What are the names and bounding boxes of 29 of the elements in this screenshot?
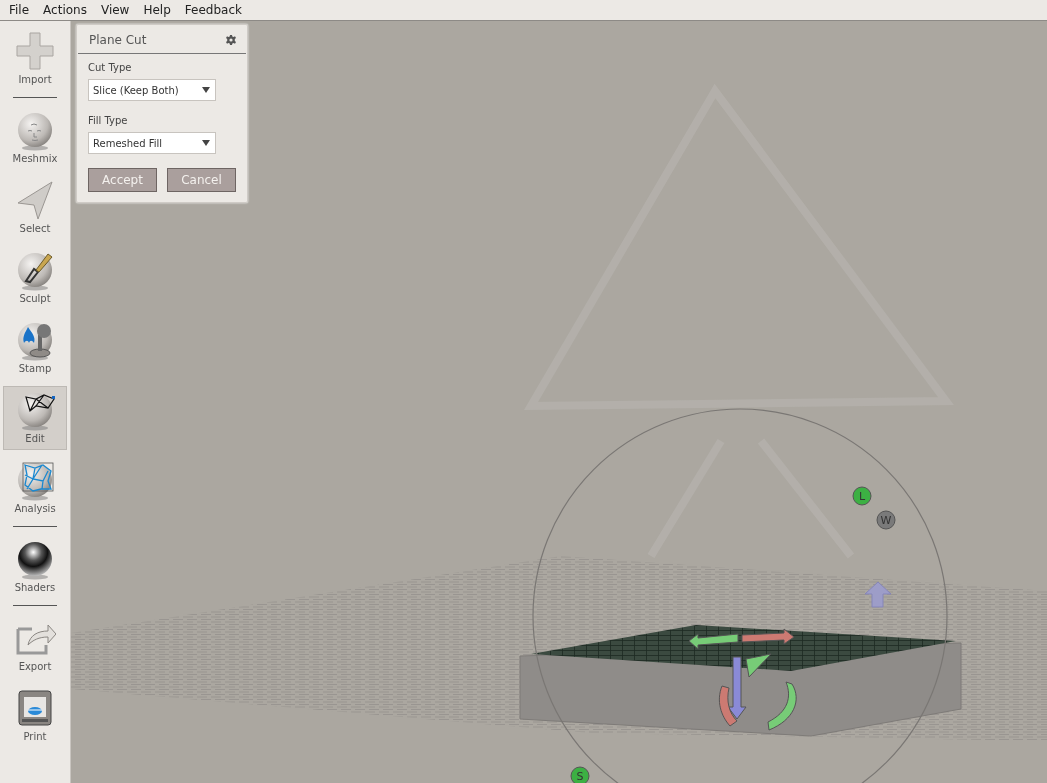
tool-button[interactable]: Sculpt — [3, 246, 67, 310]
field-label: Cut Type — [88, 62, 133, 73]
gizmo-handle-dot[interactable] — [852, 486, 872, 506]
menu-item[interactable]: View — [94, 3, 138, 17]
tool-button[interactable]: Shaders — [3, 535, 67, 599]
caret-icon — [202, 140, 210, 146]
menu-item[interactable]: Feedback — [178, 3, 250, 17]
tool-button[interactable]: Select — [3, 176, 67, 240]
settings-icon[interactable] — [226, 35, 236, 45]
menu-item[interactable]: File — [3, 3, 38, 17]
gizmo-handle-label: L — [858, 490, 866, 503]
tool-button[interactable]: Export — [3, 614, 67, 678]
menu-item[interactable]: Actions — [37, 3, 95, 17]
tool-button[interactable]: Edit — [3, 386, 67, 450]
panel-title: Plane Cut — [89, 33, 147, 47]
gizmo-handle-label: W — [880, 514, 892, 527]
tool-button[interactable]: Stamp — [3, 316, 67, 380]
dropdown[interactable]: Remeshed Fill — [88, 132, 216, 154]
caret-icon — [202, 87, 210, 93]
plus-icon — [14, 30, 56, 72]
tool-button[interactable]: Analysis — [3, 456, 67, 520]
field-label: Fill Type — [88, 115, 129, 126]
up-arrow-icon — [864, 581, 892, 608]
gizmo-handle-label: S — [576, 770, 584, 783]
dropdown[interactable]: Slice (Keep Both) — [88, 79, 216, 101]
tool-button[interactable]: Print — [3, 684, 67, 748]
menu-item[interactable]: Help — [137, 3, 179, 17]
tool-button[interactable]: Import — [3, 27, 67, 91]
tool-button[interactable]: Meshmix — [3, 106, 67, 170]
